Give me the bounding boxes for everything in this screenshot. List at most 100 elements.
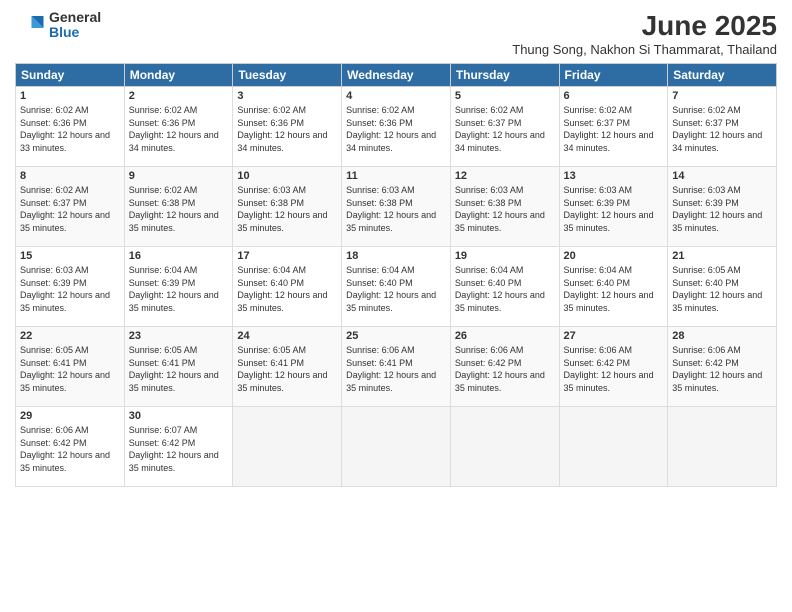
table-row: 17 Sunrise: 6:04 AM Sunset: 6:40 PM Dayl…: [233, 247, 342, 327]
table-row: [233, 407, 342, 487]
month-title: June 2025: [512, 10, 777, 42]
day-info: Sunrise: 6:02 AM Sunset: 6:36 PM Dayligh…: [346, 104, 446, 154]
day-number: 10: [237, 170, 337, 182]
table-row: 30 Sunrise: 6:07 AM Sunset: 6:42 PM Dayl…: [124, 407, 233, 487]
day-number: 1: [20, 90, 120, 102]
sunrise-label: Sunrise: 6:03 AM: [455, 185, 524, 195]
daylight-label: Daylight: 12 hours and 35 minutes.: [455, 210, 545, 233]
sunset-label: Sunset: 6:40 PM: [237, 278, 304, 288]
page: General Blue June 2025 Thung Song, Nakho…: [0, 0, 792, 612]
daylight-label: Daylight: 12 hours and 35 minutes.: [672, 210, 762, 233]
day-number: 29: [20, 410, 120, 422]
sunset-label: Sunset: 6:36 PM: [237, 118, 304, 128]
daylight-label: Daylight: 12 hours and 35 minutes.: [564, 370, 654, 393]
day-info: Sunrise: 6:03 AM Sunset: 6:39 PM Dayligh…: [564, 184, 664, 234]
day-number: 11: [346, 170, 446, 182]
day-number: 7: [672, 90, 772, 102]
table-row: 19 Sunrise: 6:04 AM Sunset: 6:40 PM Dayl…: [450, 247, 559, 327]
daylight-label: Daylight: 12 hours and 34 minutes.: [237, 130, 327, 153]
table-row: 2 Sunrise: 6:02 AM Sunset: 6:36 PM Dayli…: [124, 87, 233, 167]
day-info: Sunrise: 6:02 AM Sunset: 6:37 PM Dayligh…: [672, 104, 772, 154]
table-row: 10 Sunrise: 6:03 AM Sunset: 6:38 PM Dayl…: [233, 167, 342, 247]
sunset-label: Sunset: 6:36 PM: [129, 118, 196, 128]
table-row: 12 Sunrise: 6:03 AM Sunset: 6:38 PM Dayl…: [450, 167, 559, 247]
calendar-week-row: 22 Sunrise: 6:05 AM Sunset: 6:41 PM Dayl…: [16, 327, 777, 407]
sunset-label: Sunset: 6:39 PM: [672, 198, 739, 208]
sunrise-label: Sunrise: 6:05 AM: [129, 345, 198, 355]
sunset-label: Sunset: 6:38 PM: [129, 198, 196, 208]
daylight-label: Daylight: 12 hours and 35 minutes.: [20, 370, 110, 393]
sunrise-label: Sunrise: 6:05 AM: [20, 345, 89, 355]
table-row: 27 Sunrise: 6:06 AM Sunset: 6:42 PM Dayl…: [559, 327, 668, 407]
day-info: Sunrise: 6:07 AM Sunset: 6:42 PM Dayligh…: [129, 424, 229, 474]
day-number: 21: [672, 250, 772, 262]
day-number: 25: [346, 330, 446, 342]
sunrise-label: Sunrise: 6:04 AM: [564, 265, 633, 275]
sunrise-label: Sunrise: 6:02 AM: [455, 105, 524, 115]
day-info: Sunrise: 6:02 AM Sunset: 6:36 PM Dayligh…: [20, 104, 120, 154]
daylight-label: Daylight: 12 hours and 35 minutes.: [20, 210, 110, 233]
table-row: 28 Sunrise: 6:06 AM Sunset: 6:42 PM Dayl…: [668, 327, 777, 407]
location-title: Thung Song, Nakhon Si Thammarat, Thailan…: [512, 42, 777, 57]
sunset-label: Sunset: 6:36 PM: [20, 118, 87, 128]
daylight-label: Daylight: 12 hours and 35 minutes.: [455, 370, 545, 393]
day-info: Sunrise: 6:02 AM Sunset: 6:36 PM Dayligh…: [237, 104, 337, 154]
daylight-label: Daylight: 12 hours and 34 minutes.: [672, 130, 762, 153]
daylight-label: Daylight: 12 hours and 35 minutes.: [346, 290, 436, 313]
sunrise-label: Sunrise: 6:04 AM: [346, 265, 415, 275]
day-number: 30: [129, 410, 229, 422]
sunset-label: Sunset: 6:38 PM: [346, 198, 413, 208]
day-number: 24: [237, 330, 337, 342]
day-info: Sunrise: 6:06 AM Sunset: 6:42 PM Dayligh…: [455, 344, 555, 394]
sunrise-label: Sunrise: 6:04 AM: [237, 265, 306, 275]
daylight-label: Daylight: 12 hours and 35 minutes.: [129, 450, 219, 473]
sunset-label: Sunset: 6:39 PM: [20, 278, 87, 288]
table-row: [559, 407, 668, 487]
day-info: Sunrise: 6:05 AM Sunset: 6:41 PM Dayligh…: [20, 344, 120, 394]
day-number: 18: [346, 250, 446, 262]
day-info: Sunrise: 6:04 AM Sunset: 6:40 PM Dayligh…: [455, 264, 555, 314]
daylight-label: Daylight: 12 hours and 33 minutes.: [20, 130, 110, 153]
table-row: 3 Sunrise: 6:02 AM Sunset: 6:36 PM Dayli…: [233, 87, 342, 167]
sunset-label: Sunset: 6:37 PM: [20, 198, 87, 208]
col-saturday: Saturday: [668, 64, 777, 87]
table-row: [668, 407, 777, 487]
calendar-week-row: 8 Sunrise: 6:02 AM Sunset: 6:37 PM Dayli…: [16, 167, 777, 247]
day-info: Sunrise: 6:06 AM Sunset: 6:42 PM Dayligh…: [564, 344, 664, 394]
sunset-label: Sunset: 6:39 PM: [129, 278, 196, 288]
sunrise-label: Sunrise: 6:03 AM: [672, 185, 741, 195]
day-number: 12: [455, 170, 555, 182]
day-number: 17: [237, 250, 337, 262]
sunrise-label: Sunrise: 6:06 AM: [564, 345, 633, 355]
daylight-label: Daylight: 12 hours and 35 minutes.: [129, 210, 219, 233]
sunset-label: Sunset: 6:42 PM: [672, 358, 739, 368]
sunrise-label: Sunrise: 6:03 AM: [237, 185, 306, 195]
daylight-label: Daylight: 12 hours and 35 minutes.: [129, 370, 219, 393]
table-row: 23 Sunrise: 6:05 AM Sunset: 6:41 PM Dayl…: [124, 327, 233, 407]
day-number: 23: [129, 330, 229, 342]
calendar-week-row: 29 Sunrise: 6:06 AM Sunset: 6:42 PM Dayl…: [16, 407, 777, 487]
table-row: 1 Sunrise: 6:02 AM Sunset: 6:36 PM Dayli…: [16, 87, 125, 167]
sunset-label: Sunset: 6:38 PM: [455, 198, 522, 208]
day-info: Sunrise: 6:03 AM Sunset: 6:38 PM Dayligh…: [346, 184, 446, 234]
sunrise-label: Sunrise: 6:04 AM: [455, 265, 524, 275]
table-row: 26 Sunrise: 6:06 AM Sunset: 6:42 PM Dayl…: [450, 327, 559, 407]
sunrise-label: Sunrise: 6:03 AM: [346, 185, 415, 195]
daylight-label: Daylight: 12 hours and 35 minutes.: [564, 210, 654, 233]
daylight-label: Daylight: 12 hours and 35 minutes.: [455, 290, 545, 313]
sunrise-label: Sunrise: 6:02 AM: [20, 185, 89, 195]
daylight-label: Daylight: 12 hours and 35 minutes.: [346, 370, 436, 393]
day-number: 26: [455, 330, 555, 342]
table-row: 16 Sunrise: 6:04 AM Sunset: 6:39 PM Dayl…: [124, 247, 233, 327]
logo-blue-label: Blue: [49, 25, 101, 40]
table-row: 24 Sunrise: 6:05 AM Sunset: 6:41 PM Dayl…: [233, 327, 342, 407]
table-row: 9 Sunrise: 6:02 AM Sunset: 6:38 PM Dayli…: [124, 167, 233, 247]
daylight-label: Daylight: 12 hours and 35 minutes.: [672, 370, 762, 393]
sunset-label: Sunset: 6:40 PM: [564, 278, 631, 288]
daylight-label: Daylight: 12 hours and 34 minutes.: [564, 130, 654, 153]
table-row: 8 Sunrise: 6:02 AM Sunset: 6:37 PM Dayli…: [16, 167, 125, 247]
day-info: Sunrise: 6:04 AM Sunset: 6:40 PM Dayligh…: [346, 264, 446, 314]
sunrise-label: Sunrise: 6:02 AM: [129, 105, 198, 115]
sunset-label: Sunset: 6:40 PM: [346, 278, 413, 288]
day-info: Sunrise: 6:03 AM Sunset: 6:39 PM Dayligh…: [672, 184, 772, 234]
